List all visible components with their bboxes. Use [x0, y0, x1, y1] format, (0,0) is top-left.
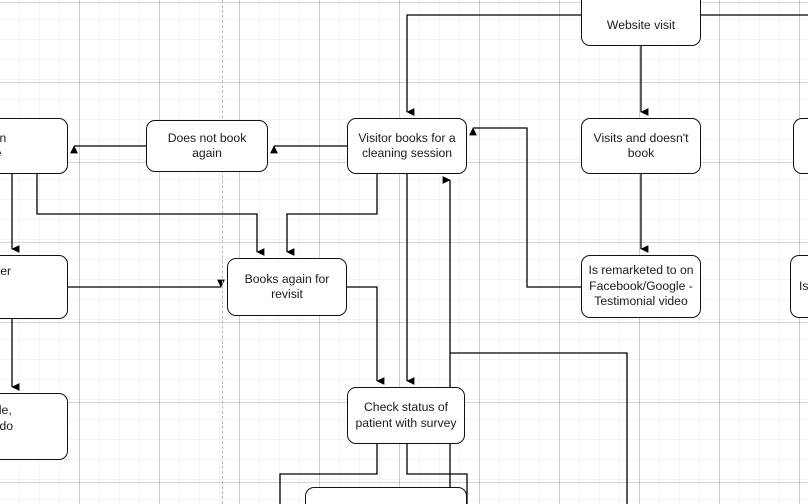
node-label-check-status-survey: Check status of patient with survey [355, 400, 457, 430]
edge-does-not-book-again-to-books-again-for-revisit [36, 174, 265, 256]
node-label-books-again-for-revisit: Books again for revisit [244, 271, 330, 302]
node-check-status-survey[interactable]: Check status of patient with survey [347, 387, 465, 444]
node-no-booking-do-not-disturb[interactable]: ing is made, put into a do sturb list [0, 393, 68, 460]
edge-books-again-for-revisit-to-check-status-survey [347, 286, 385, 385]
node-label-email-sent-out: ent out after ys of this mpaign [0, 263, 12, 278]
node-label-no-booking-do-not-disturb: ing is made, put into a do sturb list [0, 403, 14, 433]
node-label-visitor-books: Visitor books for a cleaning session [358, 130, 456, 161]
node-email-sent-out[interactable]: ent out after ys of this mpaign [0, 255, 68, 319]
node-right-edge-box-top[interactable] [793, 118, 808, 174]
edge-is-remarketed-testimonial-to-visitor-books [469, 127, 581, 288]
edge-website-visit-to-visitor-books [406, 14, 581, 116]
node-label-does-not-book-again: Does not book again [167, 130, 247, 161]
page-break-line [222, 0, 223, 504]
node-label-remarketed-facebook-google: keted to on ok/Google [0, 130, 7, 161]
edge-check-status-survey-to-bottom-clipped-box [450, 352, 628, 504]
node-label-website-visit: Website visit [606, 17, 676, 32]
node-visitor-books[interactable]: Visitor books for a cleaning session [347, 118, 467, 174]
node-label-visits-and-doesnt-book: Visits and doesn't book [593, 130, 689, 161]
edge-visitor-books-to-books-again-for-revisit [286, 174, 378, 256]
node-does-not-book-again[interactable]: Does not book again [146, 120, 268, 172]
node-label-is-remarketed-testimonial: Is remarketed to on Facebook/Google - Te… [588, 263, 694, 309]
node-label-right-edge-box-middle: Is [799, 278, 808, 293]
flowchart-canvas[interactable]: Website visit Visitor books for a cleanin… [0, 0, 808, 504]
node-bottom-clipped-box[interactable] [305, 487, 467, 504]
node-books-again-for-revisit[interactable]: Books again for revisit [227, 258, 347, 316]
node-website-visit[interactable]: Website visit [581, 0, 701, 46]
node-is-remarketed-testimonial[interactable]: Is remarketed to on Facebook/Google - Te… [581, 255, 701, 318]
node-right-edge-box-middle[interactable]: Is [790, 255, 808, 318]
node-remarketed-facebook-google[interactable]: keted to on ok/Google [0, 118, 68, 174]
node-visits-and-doesnt-book[interactable]: Visits and doesn't book [581, 118, 701, 174]
